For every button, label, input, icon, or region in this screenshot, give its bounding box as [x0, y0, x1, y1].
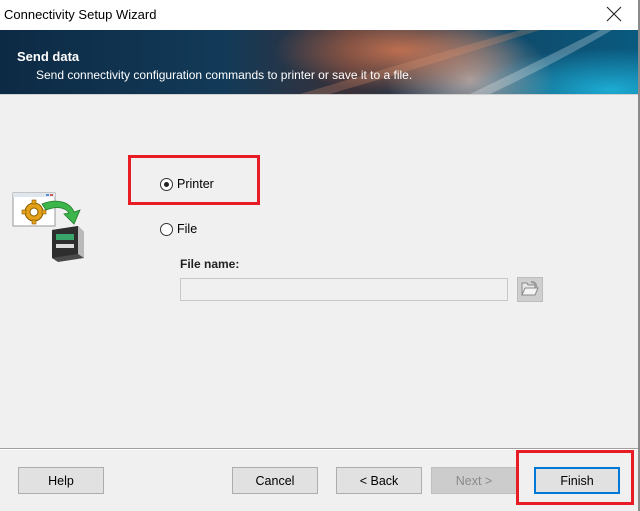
file-name-input[interactable] — [180, 278, 508, 301]
radio-file[interactable]: File — [160, 222, 197, 236]
send-to-printer-icon — [12, 192, 88, 262]
header-banner: Send data Send connectivity configuratio… — [0, 30, 638, 94]
page-title: Send data — [17, 49, 80, 64]
radio-printer-button[interactable] — [160, 177, 173, 191]
finish-button[interactable]: Finish — [534, 467, 620, 494]
radio-printer-label[interactable]: Printer — [177, 177, 214, 191]
browse-button[interactable] — [517, 277, 543, 302]
radio-printer[interactable]: Printer — [160, 177, 214, 191]
page-subtitle: Send connectivity configuration commands… — [36, 68, 413, 82]
close-icon[interactable] — [604, 4, 624, 24]
next-button[interactable]: Next > — [431, 467, 517, 494]
file-name-label: File name: — [180, 257, 240, 271]
divider — [0, 94, 638, 95]
radio-file-button[interactable] — [160, 222, 173, 236]
banner-swoosh — [300, 30, 612, 94]
title-bar: Connectivity Setup Wizard — [0, 0, 638, 30]
footer-divider-highlight — [0, 449, 638, 450]
open-folder-icon — [521, 280, 539, 299]
window-title: Connectivity Setup Wizard — [4, 7, 157, 22]
back-button[interactable]: < Back — [336, 467, 422, 494]
help-button[interactable]: Help — [18, 467, 104, 494]
cancel-button[interactable]: Cancel — [232, 467, 318, 494]
radio-file-label[interactable]: File — [177, 222, 197, 236]
